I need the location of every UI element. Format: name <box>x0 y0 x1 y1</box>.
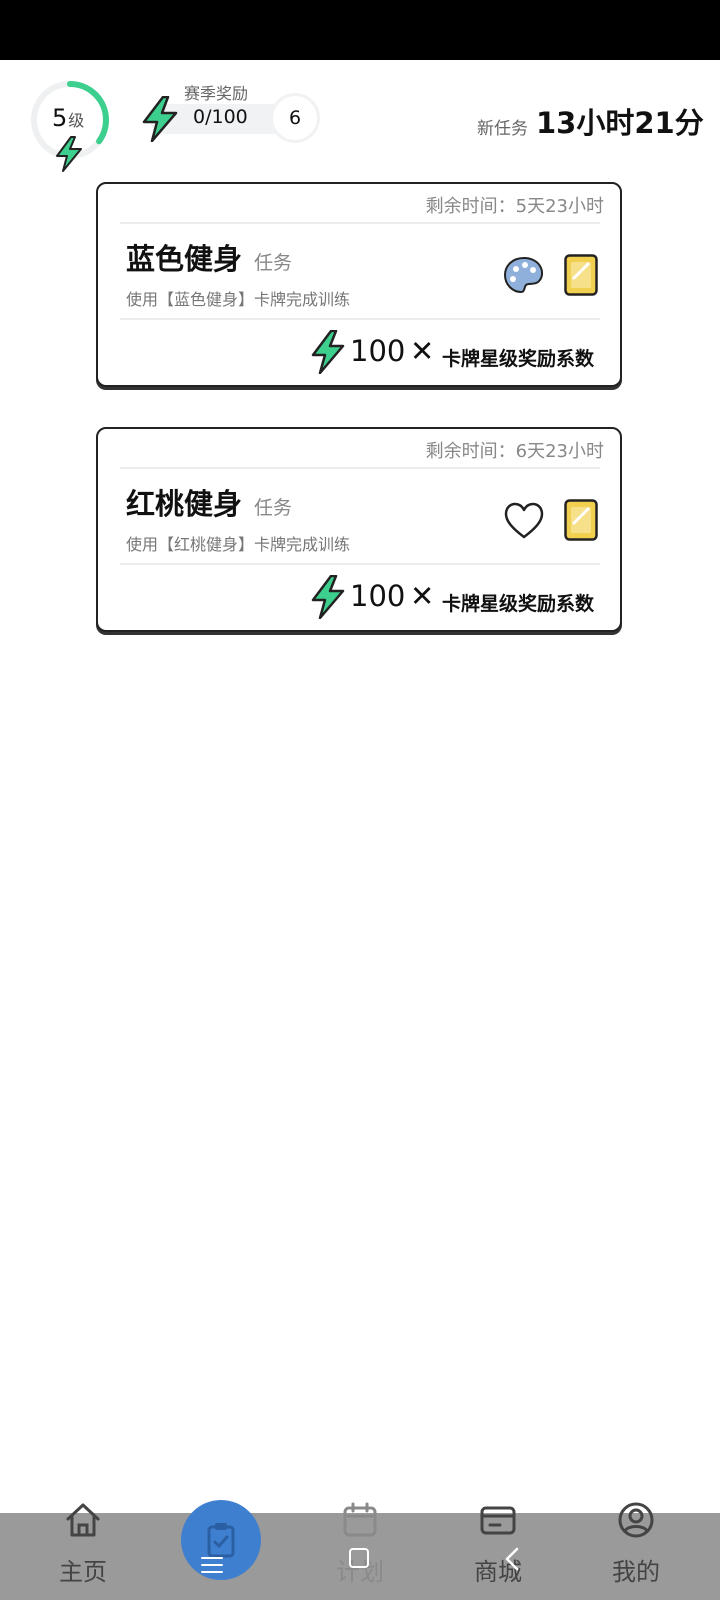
lightning-icon <box>142 96 178 142</box>
new-task-countdown: 13小时21分 <box>536 106 704 140</box>
level-unit: 级 <box>68 111 85 130</box>
remaining-time: 剩余时间：6天23小时 <box>425 441 604 462</box>
palette-icon <box>503 256 544 294</box>
calendar-icon <box>343 1502 377 1537</box>
reward-amount: 100 <box>350 334 406 368</box>
lightning-icon <box>56 136 82 172</box>
card-icon <box>564 254 598 296</box>
nav-me-label: 我的 <box>612 1558 660 1586</box>
multiply-icon: ✕ <box>410 579 435 613</box>
divider <box>120 563 600 565</box>
level-label: 5级 <box>52 104 84 132</box>
multiply-icon: ✕ <box>410 334 435 368</box>
task-title: 红桃健身 <box>126 487 243 521</box>
task-card[interactable]: 剩余时间：6天23小时 红桃健身 任务 使用【红桃健身】卡牌完成训练 100 ✕… <box>96 427 622 632</box>
season-reward-title: 赛季奖励 <box>184 84 249 103</box>
task-description: 使用【红桃健身】卡牌完成训练 <box>126 535 351 554</box>
menu-icon[interactable] <box>200 1555 224 1575</box>
new-task-label: 新任务 <box>477 119 528 139</box>
lightning-icon <box>311 330 345 374</box>
task-card[interactable]: 剩余时间：5天23小时 蓝色健身 任务 使用【蓝色健身】卡牌完成训练 100 ✕… <box>96 182 622 387</box>
nav-shop-label: 商城 <box>474 1558 522 1586</box>
remaining-time: 剩余时间：5天23小时 <box>425 196 604 217</box>
season-progress-text: 0/100 <box>193 106 248 128</box>
system-home-button[interactable] <box>349 1548 369 1568</box>
user-circle-icon <box>618 1502 654 1538</box>
divider <box>120 318 600 320</box>
task-tag: 任务 <box>254 497 293 519</box>
heart-icon <box>504 502 544 539</box>
level-number: 5 <box>52 104 68 132</box>
reward-description: 卡牌星级奖励系数 <box>442 593 595 615</box>
task-tag: 任务 <box>254 252 293 274</box>
divider <box>120 222 600 224</box>
nav-home-label: 主页 <box>59 1558 107 1586</box>
status-bar <box>0 0 720 60</box>
task-description: 使用【蓝色健身】卡牌完成训练 <box>126 290 351 309</box>
nav-shop[interactable]: 商城 <box>443 1500 553 1600</box>
nav-me[interactable]: 我的 <box>581 1500 691 1600</box>
reward-description: 卡牌星级奖励系数 <box>442 348 595 370</box>
divider <box>120 467 600 469</box>
season-count-text: 6 <box>288 107 302 129</box>
lightning-icon <box>311 575 345 619</box>
wallet-icon <box>480 1506 516 1535</box>
card-icon <box>564 499 598 541</box>
task-title: 蓝色健身 <box>126 242 243 276</box>
clipboard-check-icon <box>207 1523 235 1558</box>
nav-home[interactable]: 主页 <box>28 1500 138 1600</box>
reward-amount: 100 <box>350 579 406 613</box>
home-icon <box>66 1503 100 1537</box>
back-icon[interactable] <box>502 1546 522 1572</box>
